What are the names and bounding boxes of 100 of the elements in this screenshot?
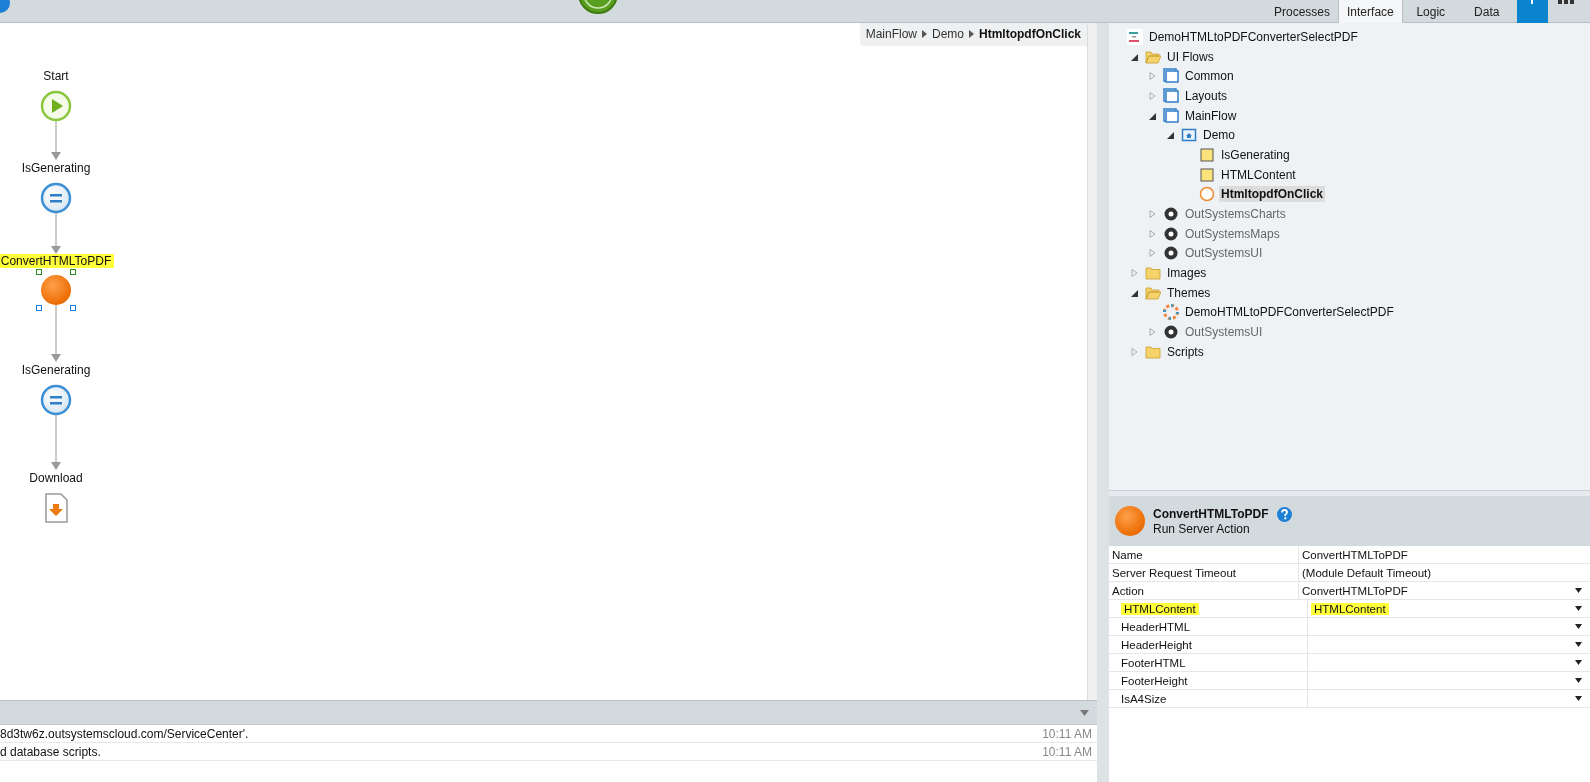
window-icon: [1163, 68, 1179, 85]
node-label: Start: [42, 68, 70, 84]
connector-arrow: [51, 303, 61, 362]
log-message: d database scripts.: [0, 744, 101, 759]
collapsed-triangle-icon[interactable]: [1149, 249, 1156, 258]
property-name: FooterHeight: [1121, 674, 1188, 687]
dropdown-arrow-icon: [1575, 660, 1582, 665]
dropdown-arrow-icon: [1575, 678, 1582, 683]
tree-item[interactable]: Themes: [1165, 284, 1213, 301]
sphere-icon: [1115, 506, 1145, 536]
tree-item[interactable]: Layouts: [1183, 87, 1230, 104]
folder-icon: [1145, 265, 1161, 282]
folder-icon: [1145, 343, 1161, 360]
selection-handle[interactable]: [70, 305, 76, 311]
log-time: 10:11 AM: [1042, 744, 1092, 759]
open-folder-icon: [1145, 48, 1161, 65]
selection-handle[interactable]: [36, 269, 42, 275]
tree-item[interactable]: UI Flows: [1165, 48, 1216, 65]
tree-item[interactable]: OutSystemsCharts: [1183, 206, 1288, 223]
tree-item[interactable]: HtmltopdfOnClick: [1219, 186, 1325, 203]
tree-item[interactable]: HTMLContent: [1219, 166, 1298, 183]
tree-item[interactable]: DemoHTMLtoPDFConverterSelectPDF: [1147, 28, 1360, 45]
property-name: Server Request Timeout: [1112, 566, 1236, 579]
property-name: Action: [1112, 584, 1144, 597]
chevron-icon: [922, 30, 927, 38]
expanded-triangle-icon[interactable]: [1131, 288, 1138, 297]
ring-icon: [1163, 206, 1179, 223]
ring-icon: [1163, 324, 1179, 341]
module-logo-icon: [1127, 28, 1143, 45]
tab[interactable]: Logic: [1402, 0, 1459, 23]
collapsed-triangle-icon[interactable]: [1149, 229, 1156, 238]
color-wheel-icon: [1163, 304, 1179, 321]
expanded-triangle-icon[interactable]: [1149, 111, 1156, 120]
open-folder-icon: [1145, 284, 1161, 301]
expanded-triangle-icon[interactable]: [1131, 52, 1138, 61]
node-label: IsGenerating: [20, 160, 92, 176]
tree-item[interactable]: MainFlow: [1183, 107, 1239, 124]
expanded-triangle-icon[interactable]: [1167, 131, 1174, 140]
collapsed-triangle-icon[interactable]: [1149, 328, 1156, 337]
circle-button-icon[interactable]: [577, 0, 619, 14]
window-icon: [1163, 107, 1179, 124]
toolbar-button[interactable]: [1516, 0, 1548, 23]
breadcrumb-link[interactable]: MainFlow: [865, 27, 917, 41]
breadcrumb-link[interactable]: HtmltopdfOnClick: [979, 27, 1081, 41]
collapsed-triangle-icon[interactable]: [1131, 269, 1138, 278]
property-value[interactable]: (Module Default Timeout): [1302, 566, 1432, 579]
collapsed-triangle-icon[interactable]: [1149, 210, 1156, 219]
dropdown-arrow-icon: [1575, 696, 1582, 701]
node-label: ConvertHTMLToPDF: [0, 254, 115, 268]
property-name: Name: [1112, 548, 1143, 561]
play-icon[interactable]: [40, 90, 72, 122]
ring-icon: [1163, 245, 1179, 262]
element-type: Run Server Action: [1153, 521, 1251, 536]
property-name: HTMLContent: [1121, 602, 1199, 615]
dropdown-arrow-icon: [1575, 642, 1582, 647]
equals-icon[interactable]: [40, 182, 72, 214]
tree-item[interactable]: IsGenerating: [1219, 146, 1292, 163]
collapsed-triangle-icon[interactable]: [1131, 347, 1138, 356]
element-title: ConvertHTMLToPDF: [1153, 507, 1269, 521]
equals-icon[interactable]: [40, 384, 72, 416]
tree-item[interactable]: Demo: [1201, 127, 1237, 144]
scrollbar[interactable]: [1087, 23, 1097, 700]
dropdown-arrow-icon[interactable]: [1080, 709, 1089, 716]
menu-icon[interactable]: [1557, 0, 1574, 5]
breadcrumb-link[interactable]: Demo: [932, 27, 964, 41]
node-label: Download: [28, 470, 84, 486]
log-time: 10:11 AM: [1042, 726, 1092, 741]
property-value[interactable]: ConvertHTMLToPDF: [1302, 584, 1408, 597]
tab[interactable]: Interface: [1338, 0, 1403, 23]
property-dropdown[interactable]: ConvertHTMLToPDF: [1299, 582, 1590, 599]
dropdown-arrow-icon: [1575, 624, 1582, 629]
collapsed-triangle-icon[interactable]: [1149, 72, 1156, 81]
property-name: HeaderHeight: [1121, 638, 1192, 651]
collapsed-triangle-icon[interactable]: [1149, 91, 1156, 100]
selection-handle[interactable]: [70, 269, 76, 275]
window-icon: [1163, 87, 1179, 104]
tab[interactable]: Data: [1458, 0, 1515, 23]
ring-icon: [1163, 225, 1179, 242]
dropdown-arrow-icon: [1575, 606, 1582, 611]
tree-item[interactable]: OutSystemsUI: [1183, 245, 1265, 262]
tree-item[interactable]: OutSystemsMaps: [1183, 225, 1282, 242]
tree-item[interactable]: OutSystemsUI: [1183, 324, 1265, 341]
circle-icon: [1199, 186, 1215, 203]
tree-item[interactable]: DemoHTMLtoPDFConverterSelectPDF: [1183, 304, 1396, 321]
tree-item[interactable]: Images: [1165, 265, 1209, 282]
sphere-icon[interactable]: [40, 274, 72, 306]
tree-item[interactable]: Scripts: [1165, 343, 1206, 360]
screen-icon: [1181, 127, 1197, 144]
property-dropdown[interactable]: HTMLContent: [1308, 600, 1590, 617]
property-value[interactable]: ConvertHTMLToPDF: [1302, 548, 1408, 561]
tab[interactable]: Processes: [1266, 0, 1339, 23]
property-name: IsA4Size: [1121, 692, 1167, 705]
square-icon: [1199, 166, 1215, 183]
dropdown-arrow-icon: [1575, 588, 1582, 593]
tree-item[interactable]: Common: [1183, 68, 1236, 85]
property-value[interactable]: HTMLContent: [1311, 602, 1389, 615]
node-label: IsGenerating: [20, 362, 92, 378]
selection-handle[interactable]: [36, 305, 42, 311]
property-name: HeaderHTML: [1121, 620, 1191, 633]
square-icon: [1199, 146, 1215, 163]
